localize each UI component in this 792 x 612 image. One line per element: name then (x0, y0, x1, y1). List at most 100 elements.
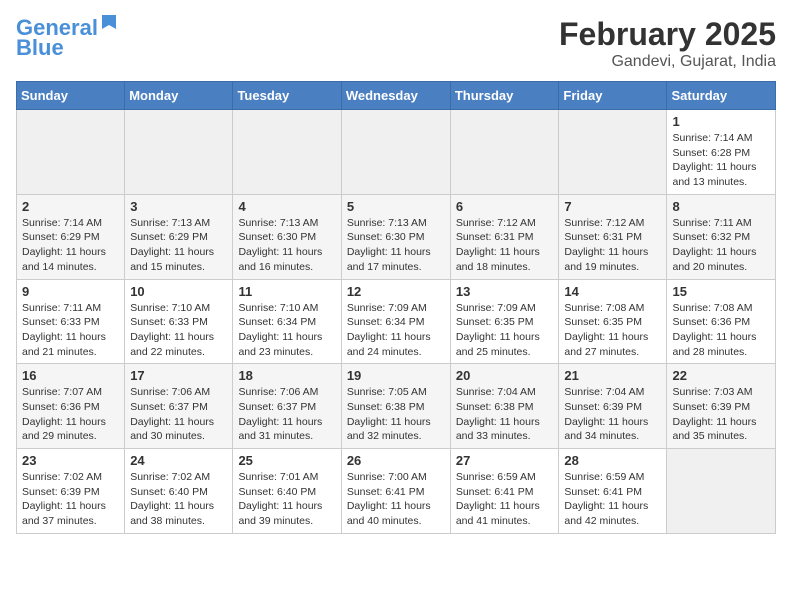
calendar-cell: 16 Sunrise: 7:07 AM Sunset: 6:36 PM Dayli… (17, 364, 125, 449)
calendar-cell (17, 110, 125, 195)
day-info: Sunrise: 7:04 AM Sunset: 6:39 PM Dayligh… (564, 385, 661, 444)
calendar-cell: 22 Sunrise: 7:03 AM Sunset: 6:39 PM Dayli… (667, 364, 776, 449)
day-number: 1 (672, 114, 770, 129)
day-number: 17 (130, 368, 227, 383)
weekday-header-sunday: Sunday (17, 82, 125, 110)
calendar-cell: 3 Sunrise: 7:13 AM Sunset: 6:29 PM Daylig… (125, 194, 233, 279)
calendar-cell (667, 449, 776, 534)
day-number: 10 (130, 284, 227, 299)
calendar-cell: 18 Sunrise: 7:06 AM Sunset: 6:37 PM Dayli… (233, 364, 341, 449)
calendar-cell: 26Sunrise: 7:00 AM Sunset: 6:41 PM Dayli… (341, 449, 450, 534)
day-number: 5 (347, 199, 445, 214)
day-info: Sunrise: 7:09 AM Sunset: 6:35 PM Dayligh… (456, 301, 554, 360)
day-number: 22 (672, 368, 770, 383)
day-number: 9 (22, 284, 119, 299)
day-info: Sunrise: 7:12 AM Sunset: 6:31 PM Dayligh… (564, 216, 661, 275)
day-info: Sunrise: 7:10 AM Sunset: 6:33 PM Dayligh… (130, 301, 227, 360)
day-info: Sunrise: 7:13 AM Sunset: 6:30 PM Dayligh… (238, 216, 335, 275)
day-info: Sunrise: 7:07 AM Sunset: 6:36 PM Dayligh… (22, 385, 119, 444)
calendar-cell: 15 Sunrise: 7:08 AM Sunset: 6:36 PM Dayli… (667, 279, 776, 364)
calendar-cell: 10 Sunrise: 7:10 AM Sunset: 6:33 PM Dayli… (125, 279, 233, 364)
weekday-header-monday: Monday (125, 82, 233, 110)
calendar-cell: 1 Sunrise: 7:14 AM Sunset: 6:28 PM Daylig… (667, 110, 776, 195)
logo: General Blue (16, 16, 118, 60)
day-info: Sunrise: 6:59 AM Sunset: 6:41 PM Dayligh… (564, 470, 661, 529)
day-info: Sunrise: 7:04 AM Sunset: 6:38 PM Dayligh… (456, 385, 554, 444)
day-number: 13 (456, 284, 554, 299)
day-number: 28 (564, 453, 661, 468)
day-info: Sunrise: 7:13 AM Sunset: 6:30 PM Dayligh… (347, 216, 445, 275)
week-row-2: 2 Sunrise: 7:14 AM Sunset: 6:29 PM Daylig… (17, 194, 776, 279)
day-number: 27 (456, 453, 554, 468)
calendar-cell: 8Sunrise: 7:11 AM Sunset: 6:32 PM Daylig… (667, 194, 776, 279)
day-number: 26 (347, 453, 445, 468)
day-info: Sunrise: 7:09 AM Sunset: 6:34 PM Dayligh… (347, 301, 445, 360)
calendar-cell (125, 110, 233, 195)
calendar-cell: 11Sunrise: 7:10 AM Sunset: 6:34 PM Dayli… (233, 279, 341, 364)
day-number: 23 (22, 453, 119, 468)
calendar-cell: 27 Sunrise: 6:59 AM Sunset: 6:41 PM Dayli… (450, 449, 559, 534)
weekday-header-thursday: Thursday (450, 82, 559, 110)
day-info: Sunrise: 7:13 AM Sunset: 6:29 PM Dayligh… (130, 216, 227, 275)
day-info: Sunrise: 7:14 AM Sunset: 6:29 PM Dayligh… (22, 216, 119, 275)
title-area: February 2025 Gandevi, Gujarat, India (559, 16, 776, 71)
day-info: Sunrise: 7:08 AM Sunset: 6:36 PM Dayligh… (672, 301, 770, 360)
day-number: 15 (672, 284, 770, 299)
day-info: Sunrise: 7:12 AM Sunset: 6:31 PM Dayligh… (456, 216, 554, 275)
calendar-cell: 20Sunrise: 7:04 AM Sunset: 6:38 PM Dayli… (450, 364, 559, 449)
day-info: Sunrise: 7:11 AM Sunset: 6:33 PM Dayligh… (22, 301, 119, 360)
week-row-1: 1 Sunrise: 7:14 AM Sunset: 6:28 PM Daylig… (17, 110, 776, 195)
calendar-cell (559, 110, 667, 195)
calendar-table: SundayMondayTuesdayWednesdayThursdayFrid… (16, 81, 776, 534)
day-info: Sunrise: 7:11 AM Sunset: 6:32 PM Dayligh… (672, 216, 770, 275)
day-info: Sunrise: 7:01 AM Sunset: 6:40 PM Dayligh… (238, 470, 335, 529)
calendar-cell: 28 Sunrise: 6:59 AM Sunset: 6:41 PM Dayli… (559, 449, 667, 534)
week-row-4: 16 Sunrise: 7:07 AM Sunset: 6:36 PM Dayli… (17, 364, 776, 449)
weekday-header-saturday: Saturday (667, 82, 776, 110)
calendar-cell: 6 Sunrise: 7:12 AM Sunset: 6:31 PM Daylig… (450, 194, 559, 279)
day-info: Sunrise: 7:10 AM Sunset: 6:34 PM Dayligh… (238, 301, 335, 360)
calendar-cell: 17 Sunrise: 7:06 AM Sunset: 6:37 PM Dayli… (125, 364, 233, 449)
location-subtitle: Gandevi, Gujarat, India (559, 53, 776, 71)
calendar-cell: 2 Sunrise: 7:14 AM Sunset: 6:29 PM Daylig… (17, 194, 125, 279)
calendar-cell (233, 110, 341, 195)
day-number: 6 (456, 199, 554, 214)
week-row-5: 23Sunrise: 7:02 AM Sunset: 6:39 PM Dayli… (17, 449, 776, 534)
day-number: 24 (130, 453, 227, 468)
day-number: 14 (564, 284, 661, 299)
day-number: 7 (564, 199, 661, 214)
day-number: 18 (238, 368, 335, 383)
day-info: Sunrise: 6:59 AM Sunset: 6:41 PM Dayligh… (456, 470, 554, 529)
calendar-cell: 7 Sunrise: 7:12 AM Sunset: 6:31 PM Daylig… (559, 194, 667, 279)
calendar-cell: 23Sunrise: 7:02 AM Sunset: 6:39 PM Dayli… (17, 449, 125, 534)
day-number: 25 (238, 453, 335, 468)
day-number: 21 (564, 368, 661, 383)
weekday-header-row: SundayMondayTuesdayWednesdayThursdayFrid… (17, 82, 776, 110)
calendar-cell: 19Sunrise: 7:05 AM Sunset: 6:38 PM Dayli… (341, 364, 450, 449)
day-info: Sunrise: 7:06 AM Sunset: 6:37 PM Dayligh… (130, 385, 227, 444)
day-number: 3 (130, 199, 227, 214)
day-info: Sunrise: 7:14 AM Sunset: 6:28 PM Dayligh… (672, 131, 770, 190)
day-info: Sunrise: 7:05 AM Sunset: 6:38 PM Dayligh… (347, 385, 445, 444)
calendar-cell: 5 Sunrise: 7:13 AM Sunset: 6:30 PM Daylig… (341, 194, 450, 279)
day-info: Sunrise: 7:08 AM Sunset: 6:35 PM Dayligh… (564, 301, 661, 360)
calendar-cell: 12 Sunrise: 7:09 AM Sunset: 6:34 PM Dayli… (341, 279, 450, 364)
calendar-cell: 25 Sunrise: 7:01 AM Sunset: 6:40 PM Dayli… (233, 449, 341, 534)
calendar-cell: 14 Sunrise: 7:08 AM Sunset: 6:35 PM Dayli… (559, 279, 667, 364)
day-number: 4 (238, 199, 335, 214)
calendar-cell (450, 110, 559, 195)
weekday-header-tuesday: Tuesday (233, 82, 341, 110)
calendar-cell: 21 Sunrise: 7:04 AM Sunset: 6:39 PM Dayli… (559, 364, 667, 449)
day-number: 16 (22, 368, 119, 383)
day-info: Sunrise: 7:06 AM Sunset: 6:37 PM Dayligh… (238, 385, 335, 444)
logo-icon (100, 15, 118, 37)
day-info: Sunrise: 7:03 AM Sunset: 6:39 PM Dayligh… (672, 385, 770, 444)
day-number: 12 (347, 284, 445, 299)
weekday-header-wednesday: Wednesday (341, 82, 450, 110)
calendar-cell: 13 Sunrise: 7:09 AM Sunset: 6:35 PM Dayli… (450, 279, 559, 364)
weekday-header-friday: Friday (559, 82, 667, 110)
week-row-3: 9 Sunrise: 7:11 AM Sunset: 6:33 PM Daylig… (17, 279, 776, 364)
day-number: 2 (22, 199, 119, 214)
calendar-cell: 9 Sunrise: 7:11 AM Sunset: 6:33 PM Daylig… (17, 279, 125, 364)
day-info: Sunrise: 7:02 AM Sunset: 6:40 PM Dayligh… (130, 470, 227, 529)
